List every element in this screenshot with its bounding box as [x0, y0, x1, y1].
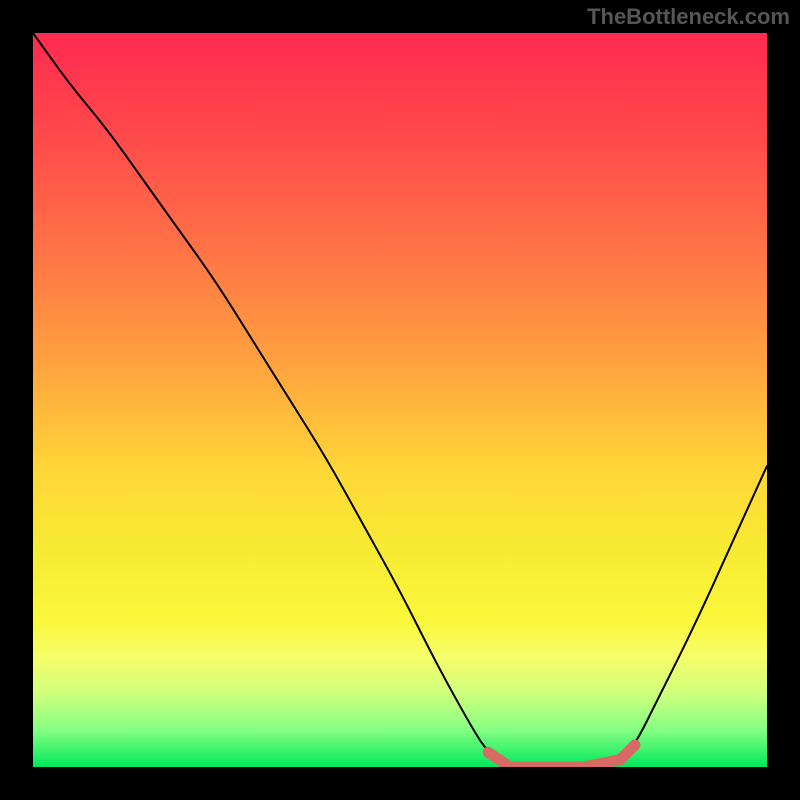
bottleneck-curve: [33, 33, 767, 767]
chart-plot-area: [33, 33, 767, 767]
optimal-range-highlight: [488, 745, 635, 767]
chart-svg: [33, 33, 767, 767]
watermark-text: TheBottleneck.com: [587, 4, 790, 30]
